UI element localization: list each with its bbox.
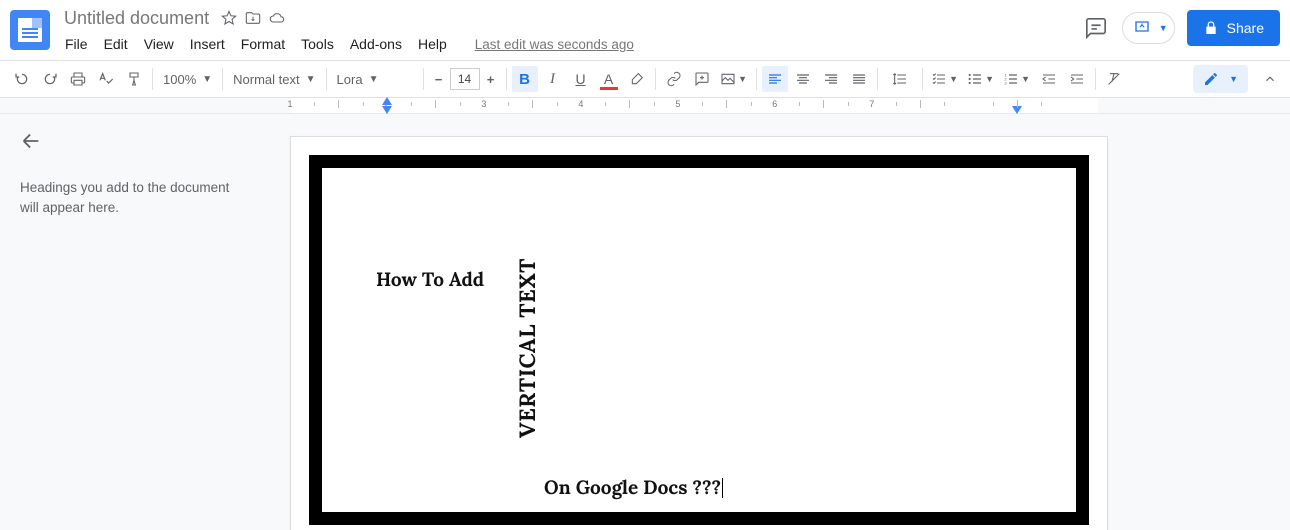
paint-format-icon[interactable] <box>121 66 147 92</box>
ruler-tick-label: 5 <box>675 99 680 109</box>
editing-mode-button[interactable]: ▼ <box>1193 65 1248 93</box>
text-color-button[interactable]: A <box>596 66 622 92</box>
document-page[interactable]: How To Add VERTICAL TEXT On Google Docs … <box>290 136 1108 530</box>
menu-insert[interactable]: Insert <box>183 32 232 56</box>
workspace: Headings you add to the document will ap… <box>0 114 1290 530</box>
title-right: ▼ Share <box>1082 6 1280 46</box>
menu-file[interactable]: File <box>58 32 95 56</box>
chevron-down-icon: ▼ <box>1021 74 1030 84</box>
comments-icon[interactable] <box>1082 14 1110 42</box>
horizontal-ruler[interactable]: 1 2 3 4 5 6 7 <box>0 98 1290 114</box>
highlight-color-button[interactable] <box>624 66 650 92</box>
font-size-decrease[interactable]: − <box>428 68 450 90</box>
undo-icon[interactable] <box>9 66 35 92</box>
outline-back-icon[interactable] <box>20 130 44 154</box>
chevron-down-icon: ▼ <box>1159 23 1168 33</box>
menu-help[interactable]: Help <box>411 32 454 56</box>
outline-empty-state: Headings you add to the document will ap… <box>20 178 250 219</box>
text-cursor <box>722 478 723 498</box>
collapse-toolbar-icon[interactable] <box>1258 67 1282 91</box>
insert-image-icon[interactable]: ▼ <box>717 66 751 92</box>
first-line-indent-marker[interactable] <box>382 97 392 105</box>
document-title[interactable]: Untitled document <box>58 7 215 30</box>
chevron-down-icon: ▼ <box>738 74 747 84</box>
align-right-icon[interactable] <box>818 66 844 92</box>
menu-bar: File Edit View Insert Format Tools Add-o… <box>58 32 1082 56</box>
font-size-group: − 14 + <box>428 68 502 90</box>
title-center: Untitled document File Edit View Insert … <box>58 6 1082 56</box>
menu-tools[interactable]: Tools <box>294 32 341 56</box>
paragraph-style-select[interactable]: Normal text ▼ <box>227 66 321 92</box>
decrease-indent-icon[interactable] <box>1036 66 1062 92</box>
zoom-select[interactable]: 100% ▼ <box>157 66 218 92</box>
share-label: Share <box>1227 20 1264 36</box>
paragraph-style-value: Normal text <box>233 72 299 87</box>
font-family-value: Lora <box>337 72 363 87</box>
page-border-frame: How To Add VERTICAL TEXT On Google Docs … <box>309 155 1089 525</box>
title-bar: Untitled document File Edit View Insert … <box>0 0 1290 56</box>
numbered-list-icon[interactable]: 123 ▼ <box>1000 66 1034 92</box>
page-area: How To Add VERTICAL TEXT On Google Docs … <box>290 114 1110 530</box>
outline-panel: Headings you add to the document will ap… <box>0 114 290 530</box>
share-button[interactable]: Share <box>1187 10 1280 46</box>
increase-indent-icon[interactable] <box>1064 66 1090 92</box>
align-center-icon[interactable] <box>790 66 816 92</box>
right-margin-area <box>1110 114 1290 530</box>
chevron-down-icon: ▼ <box>306 74 316 85</box>
clear-formatting-icon[interactable] <box>1101 66 1127 92</box>
checklist-icon[interactable]: ▼ <box>928 66 962 92</box>
ruler-tick-label: 3 <box>481 99 486 109</box>
line-spacing-icon[interactable] <box>883 66 917 92</box>
redo-icon[interactable] <box>37 66 63 92</box>
text-line-1[interactable]: How To Add <box>376 268 484 292</box>
font-size-increase[interactable]: + <box>480 68 502 90</box>
last-edit-link[interactable]: Last edit was seconds ago <box>468 33 641 56</box>
bulleted-list-icon[interactable]: ▼ <box>964 66 998 92</box>
toolbar: 100% ▼ Normal text ▼ Lora ▼ − 14 + B I U… <box>0 60 1290 98</box>
insert-link-icon[interactable] <box>661 66 687 92</box>
print-icon[interactable] <box>65 66 91 92</box>
align-justify-icon[interactable] <box>846 66 872 92</box>
move-folder-icon[interactable] <box>243 8 263 28</box>
chevron-down-icon: ▼ <box>1229 74 1238 84</box>
chevron-down-icon: ▼ <box>985 74 994 84</box>
font-size-input[interactable]: 14 <box>450 68 480 90</box>
svg-text:3: 3 <box>1004 80 1007 85</box>
chevron-down-icon: ▼ <box>949 74 958 84</box>
docs-logo-icon[interactable] <box>10 10 50 50</box>
present-button[interactable]: ▼ <box>1122 12 1175 44</box>
spellcheck-icon[interactable] <box>93 66 119 92</box>
ruler-tick-label: 4 <box>578 99 583 109</box>
star-icon[interactable] <box>219 8 239 28</box>
menu-addons[interactable]: Add-ons <box>343 32 409 56</box>
font-family-select[interactable]: Lora ▼ <box>331 66 419 92</box>
text-vertical[interactable]: VERTICAL TEXT <box>514 258 542 438</box>
menu-format[interactable]: Format <box>234 32 292 56</box>
chevron-down-icon: ▼ <box>369 74 379 85</box>
chevron-down-icon: ▼ <box>202 74 212 85</box>
ruler-tick-label: 6 <box>772 99 777 109</box>
underline-button[interactable]: U <box>568 66 594 92</box>
text-line-2[interactable]: On Google Docs ??? <box>544 474 723 500</box>
menu-view[interactable]: View <box>137 32 181 56</box>
italic-button[interactable]: I <box>540 66 566 92</box>
cloud-status-icon[interactable] <box>267 8 287 28</box>
insert-comment-icon[interactable] <box>689 66 715 92</box>
align-left-icon[interactable] <box>762 66 788 92</box>
ruler-tick-label: 1 <box>287 99 292 109</box>
menu-edit[interactable]: Edit <box>97 32 135 56</box>
ruler-tick-label: 7 <box>869 99 874 109</box>
bold-button[interactable]: B <box>512 66 538 92</box>
left-indent-marker[interactable] <box>382 106 392 114</box>
zoom-value: 100% <box>163 72 196 87</box>
